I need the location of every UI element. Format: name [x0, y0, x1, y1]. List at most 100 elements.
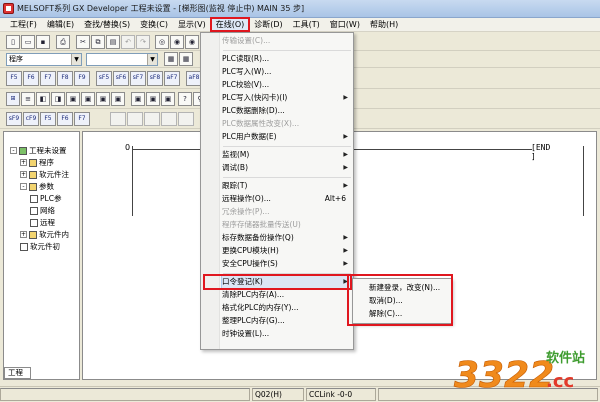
- online-menu-item[interactable]: 安全CPU操作(S) ▶: [222, 258, 352, 270]
- ladder-symbol-button-5[interactable]: sF5: [96, 71, 112, 86]
- online-menu-item[interactable]: 冗余操作(P)...: [222, 206, 352, 218]
- register-monitor-icon[interactable]: ▣: [111, 92, 125, 106]
- online-menu-item[interactable]: 时钟设置(L)...: [222, 328, 352, 340]
- menu-1[interactable]: 编辑(E): [42, 18, 79, 31]
- ladder-symbol-button-2[interactable]: F7: [40, 71, 56, 86]
- menu-item-label: PLC校验(V)...: [222, 80, 270, 89]
- online-menu-item[interactable]: PLC写入(快闪卡)(I) ▶: [222, 92, 352, 104]
- tree-item[interactable]: - 工程未设置: [10, 145, 67, 156]
- menu-7[interactable]: 工具(T): [288, 18, 325, 31]
- submenu-highlight-box: [347, 274, 453, 326]
- device-test-icon[interactable]: ▣: [131, 92, 145, 106]
- menu-item-shortcut: Alt+6: [324, 194, 346, 203]
- save-icon[interactable]: ▪: [36, 35, 50, 49]
- cut-icon[interactable]: ✂: [76, 35, 90, 49]
- copy-icon[interactable]: ⧉: [91, 35, 105, 49]
- online-menu-item[interactable]: PLC校验(V)...: [222, 79, 352, 91]
- help-icon[interactable]: ?: [178, 92, 192, 106]
- ladder-symbol-button-0[interactable]: F5: [6, 71, 22, 86]
- online-menu-item[interactable]: 格式化PLC的内存(Y)...: [222, 302, 352, 314]
- menu-item-label: 标存数据备份操作(Q): [222, 233, 294, 242]
- open-project-icon[interactable]: ▭: [21, 35, 35, 49]
- redo-icon[interactable]: ↷: [136, 35, 150, 49]
- expand-icon[interactable]: +: [20, 159, 27, 166]
- online-menu-item[interactable]: PLC数据删除(D)...: [222, 105, 352, 117]
- tree-item[interactable]: - 参数: [20, 181, 54, 192]
- device-batch-icon[interactable]: ▣: [96, 92, 110, 106]
- online-menu-item[interactable]: 调试(B) ▶: [222, 162, 352, 174]
- conversion-button-3[interactable]: F6: [57, 112, 73, 126]
- find-device-icon[interactable]: ◉: [170, 35, 184, 49]
- write-mode-icon[interactable]: ▣: [81, 92, 95, 106]
- collapse-icon[interactable]: -: [20, 183, 27, 190]
- comment-icon[interactable]: ▣: [161, 92, 175, 106]
- list-mode-icon[interactable]: ≡: [21, 92, 35, 106]
- collapse-icon[interactable]: -: [10, 147, 17, 154]
- online-menu-item[interactable]: 跟踪(T) ▶: [222, 180, 352, 192]
- disabled-tool-button[interactable]: [110, 112, 126, 126]
- device-list-icon[interactable]: ▦: [179, 52, 193, 66]
- print-icon[interactable]: ⎙: [56, 35, 70, 49]
- read-mode-icon[interactable]: ▣: [66, 92, 80, 106]
- online-menu-item[interactable]: PLC写入(W)...: [222, 66, 352, 78]
- monitor-icon[interactable]: ◧: [36, 92, 50, 106]
- ladder-symbol-button-6[interactable]: sF6: [113, 71, 129, 86]
- menu-4[interactable]: 显示(V): [173, 18, 211, 31]
- tree-item[interactable]: + 软元件内: [20, 229, 69, 240]
- online-menu-item[interactable]: 远程操作(O)... Alt+6: [222, 193, 352, 205]
- disabled-tool-button[interactable]: [161, 112, 177, 126]
- tree-item[interactable]: 远程: [30, 217, 55, 228]
- program-select[interactable]: 程序 ▼: [6, 53, 82, 66]
- program-name-select[interactable]: ▼: [86, 53, 158, 66]
- tree-item[interactable]: + 软元件注: [20, 169, 69, 180]
- menu-2[interactable]: 查找/替换(S): [79, 18, 135, 31]
- conversion-button-2[interactable]: F5: [40, 112, 56, 126]
- conversion-button-1[interactable]: cF9: [23, 112, 39, 126]
- ladder-symbol-button-7[interactable]: sF7: [130, 71, 146, 86]
- menu-9[interactable]: 帮助(H): [365, 18, 403, 31]
- online-menu-item[interactable]: PLC读取(R)...: [222, 53, 352, 65]
- online-menu-item[interactable]: PLC用户数据(E) ▶: [222, 131, 352, 143]
- disabled-tool-button[interactable]: [178, 112, 194, 126]
- monitor-write-icon[interactable]: ◨: [51, 92, 65, 106]
- find-icon[interactable]: ◎: [155, 35, 169, 49]
- ladder-symbol-button-8[interactable]: sF8: [147, 71, 163, 86]
- online-menu: 传输设置(C)... PLC读取(R)... PLC写入(W)... PLC校验(V)…: [200, 32, 354, 350]
- tree-item[interactable]: 网络: [30, 205, 55, 216]
- menu-0[interactable]: 工程(F): [0, 18, 42, 31]
- expand-icon[interactable]: +: [20, 231, 27, 238]
- menu-5[interactable]: 在线(O): [209, 17, 251, 32]
- online-menu-item[interactable]: 整理PLC内存(G)...: [222, 315, 352, 327]
- online-menu-item[interactable]: 监视(M) ▶: [222, 149, 352, 161]
- ladder-symbol-button-4[interactable]: F9: [74, 71, 90, 86]
- project-tree[interactable]: - 工程未设置 + 程序 + 软元件注 - 参数 PLC参 网络 远程 + 软元件内 软元件初: [3, 131, 80, 380]
- menu-3[interactable]: 变换(C): [135, 18, 173, 31]
- ladder-mode-icon[interactable]: ⊞: [6, 92, 20, 106]
- tree-item[interactable]: + 程序: [20, 157, 54, 168]
- program-list-icon[interactable]: ▦: [164, 52, 178, 66]
- disabled-tool-button[interactable]: [144, 112, 160, 126]
- ladder-symbol-button-1[interactable]: F6: [23, 71, 39, 86]
- entry-data-icon[interactable]: ▣: [146, 92, 160, 106]
- online-menu-item[interactable]: 程序存储器批量传送(U): [222, 219, 352, 231]
- conversion-button-4[interactable]: F7: [74, 112, 90, 126]
- paste-icon[interactable]: ▤: [106, 35, 120, 49]
- menu-6[interactable]: 诊断(D): [249, 18, 287, 31]
- online-menu-item[interactable]: PLC数据属性改变(X)...: [222, 118, 352, 130]
- tab-project[interactable]: 工程: [4, 367, 31, 379]
- tree-item[interactable]: 软元件初: [20, 241, 60, 252]
- conversion-button-0[interactable]: sF9: [6, 112, 22, 126]
- tree-item[interactable]: PLC参: [30, 193, 61, 204]
- new-project-icon[interactable]: ▯: [6, 35, 20, 49]
- online-menu-item[interactable]: 传输设置(C)...: [222, 35, 352, 47]
- ladder-symbol-button-9[interactable]: aF7: [164, 71, 180, 86]
- ladder-symbol-button-3[interactable]: F8: [57, 71, 73, 86]
- online-menu-item[interactable]: 标存数据备份操作(Q) ▶: [222, 232, 352, 244]
- menu-8[interactable]: 窗口(W): [325, 18, 365, 31]
- undo-icon[interactable]: ↶: [121, 35, 135, 49]
- expand-icon[interactable]: +: [20, 171, 27, 178]
- find-instruction-icon[interactable]: ◉: [185, 35, 199, 49]
- online-menu-item[interactable]: 更换CPU模块(H) ▶: [222, 245, 352, 257]
- disabled-tool-button[interactable]: [127, 112, 143, 126]
- online-menu-item[interactable]: 清除PLC内存(A)...: [222, 289, 352, 301]
